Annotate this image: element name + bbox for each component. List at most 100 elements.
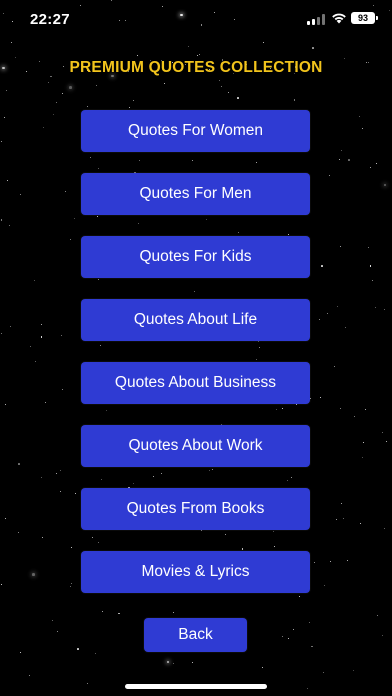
- star: [61, 335, 63, 337]
- quotes-about-life-button[interactable]: Quotes About Life: [81, 299, 310, 341]
- quotes-for-kids-button[interactable]: Quotes For Kids: [81, 236, 310, 278]
- star: [188, 46, 190, 48]
- cellular-signal-icon: [307, 14, 325, 25]
- star: [261, 666, 263, 668]
- star: [370, 166, 371, 168]
- star: [191, 159, 193, 161]
- star: [256, 161, 258, 163]
- star: [97, 279, 99, 280]
- star: [92, 536, 94, 538]
- star: [40, 476, 42, 478]
- star: [362, 457, 363, 459]
- star: [118, 612, 120, 615]
- star: [314, 561, 316, 563]
- star: [98, 542, 100, 544]
- star: [1, 141, 3, 143]
- star: [74, 217, 76, 219]
- star: [287, 479, 289, 481]
- star: [205, 218, 207, 220]
- star: [221, 85, 223, 87]
- star: [362, 442, 364, 444]
- star: [326, 312, 328, 314]
- star: [340, 407, 342, 409]
- star: [69, 238, 71, 240]
- star: [237, 231, 240, 234]
- star: [136, 55, 138, 57]
- star: [57, 631, 59, 633]
- star: [241, 548, 244, 550]
- star: [329, 560, 331, 562]
- star: [291, 476, 293, 478]
- star: [359, 523, 361, 525]
- star: [309, 621, 311, 623]
- star: [359, 116, 361, 118]
- star: [4, 404, 6, 406]
- star: [276, 408, 278, 410]
- status-time: 22:27: [30, 11, 70, 28]
- star: [153, 476, 155, 477]
- star: [383, 183, 387, 187]
- star: [60, 469, 62, 471]
- quotes-about-business-button[interactable]: Quotes About Business: [81, 362, 310, 404]
- star: [208, 469, 210, 471]
- star: [191, 662, 193, 664]
- star: [298, 595, 300, 597]
- quotes-from-books-button[interactable]: Quotes From Books: [81, 488, 310, 530]
- star: [105, 410, 107, 412]
- star: [166, 660, 170, 664]
- star: [374, 306, 376, 308]
- star: [0, 219, 3, 221]
- star: [1, 332, 3, 334]
- battery-icon: 93: [351, 12, 375, 24]
- star: [375, 163, 377, 165]
- star: [76, 648, 79, 650]
- star: [369, 265, 372, 267]
- star: [311, 645, 314, 648]
- star: [33, 279, 35, 281]
- star: [365, 409, 367, 411]
- back-button[interactable]: Back: [144, 618, 247, 652]
- star: [333, 366, 335, 368]
- star: [55, 473, 57, 475]
- star: [65, 191, 67, 193]
- star: [288, 638, 290, 640]
- star: [257, 340, 259, 342]
- star: [312, 47, 314, 50]
- star: [225, 534, 227, 536]
- star: [193, 291, 195, 293]
- star: [132, 100, 134, 102]
- star: [377, 614, 379, 616]
- star: [69, 86, 72, 89]
- star: [352, 670, 354, 672]
- movies-and-lyrics-button[interactable]: Movies & Lyrics: [81, 551, 310, 593]
- star: [340, 150, 342, 152]
- star: [336, 306, 338, 308]
- star: [368, 247, 370, 249]
- quotes-for-men-button[interactable]: Quotes For Men: [81, 173, 310, 215]
- star: [381, 432, 383, 434]
- star: [3, 117, 5, 119]
- star: [18, 532, 20, 534]
- star: [307, 687, 309, 689]
- quotes-for-women-button[interactable]: Quotes For Women: [81, 110, 310, 152]
- star: [70, 585, 72, 587]
- star: [293, 628, 295, 630]
- star: [335, 518, 338, 521]
- star: [20, 194, 22, 196]
- quotes-about-work-button[interactable]: Quotes About Work: [81, 425, 310, 467]
- star: [29, 345, 31, 347]
- star: [362, 128, 364, 130]
- star: [173, 612, 175, 614]
- star: [42, 536, 44, 538]
- star: [282, 408, 284, 410]
- page-title: PREMIUM QUOTES COLLECTION: [69, 59, 323, 76]
- star: [56, 102, 58, 104]
- star: [48, 81, 50, 83]
- star: [386, 440, 388, 442]
- battery-tip: [376, 16, 378, 20]
- star: [40, 336, 43, 338]
- star: [173, 663, 175, 665]
- star: [18, 463, 20, 465]
- star: [323, 671, 325, 673]
- star: [86, 106, 88, 108]
